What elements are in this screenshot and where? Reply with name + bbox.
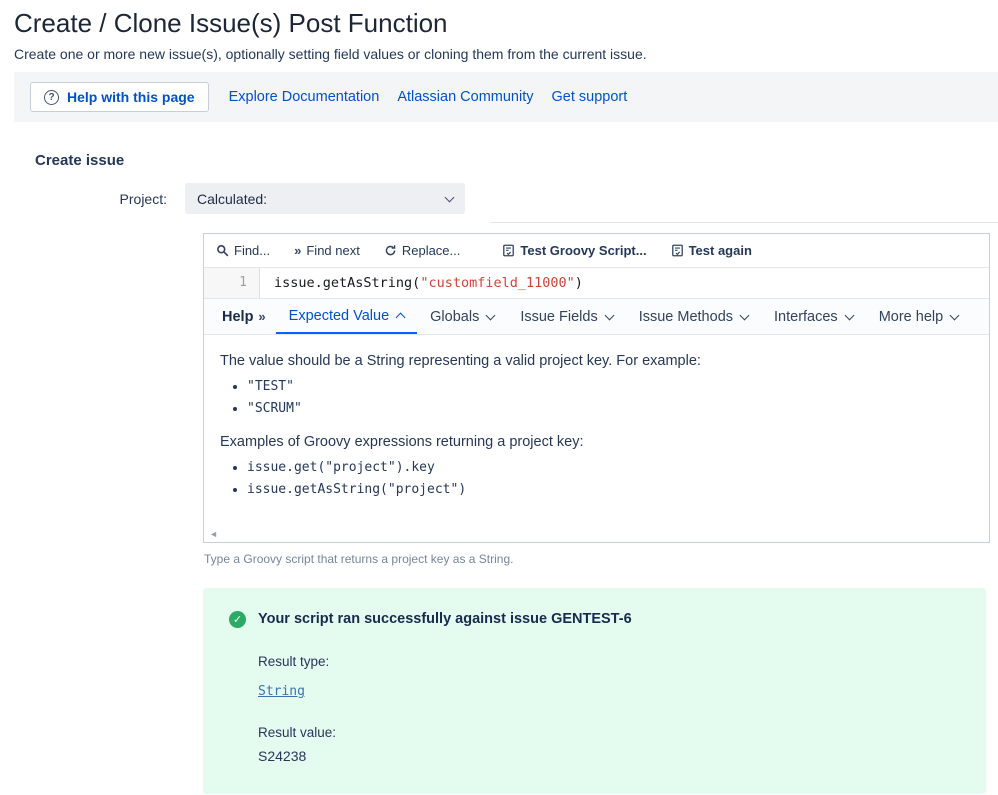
result-header: ✓ Your script ran successfully against i… (229, 611, 960, 628)
chevron-down-icon (485, 310, 496, 320)
script-result-panel: ✓ Your script ran successfully against i… (203, 588, 986, 794)
help-content: The value should be a String representin… (204, 335, 989, 519)
help-paragraph: Examples of Groovy expressions returning… (220, 434, 584, 450)
groovy-editor-panel: Find... » Find next Replace... Test Groo… (203, 233, 990, 543)
project-label: Project: (119, 190, 167, 207)
find-button[interactable]: Find... (216, 243, 270, 258)
tab-label: Globals (430, 308, 480, 325)
test-again-icon (671, 244, 684, 257)
code-pre: issue.getAsString( (274, 275, 421, 291)
replace-button[interactable]: Replace... (384, 243, 461, 258)
link-explore-documentation[interactable]: Explore Documentation (229, 89, 380, 105)
tab-expected-value[interactable]: Expected Value (275, 299, 418, 334)
page-subtitle: Create one or more new issue(s), optiona… (14, 46, 647, 62)
chevron-up-icon (395, 312, 406, 322)
find-next-icon: » (294, 243, 302, 258)
help-tab-bar: Help » Expected Value Globals Issue Fiel… (204, 298, 989, 335)
test-script-label: Test Groovy Script... (520, 243, 647, 258)
chevron-down-icon (844, 310, 855, 320)
help-label-text: Help (222, 308, 254, 325)
list-item: "TEST" (247, 379, 973, 394)
test-script-icon (502, 244, 515, 257)
test-again-label: Test again (688, 243, 752, 258)
list-item: issue.getAsString("project") (247, 482, 973, 497)
chevron-down-icon (604, 310, 615, 320)
result-type-link[interactable]: String (258, 684, 305, 699)
project-field-row: Project: Calculated: (14, 183, 998, 214)
test-groovy-script-button[interactable]: Test Groovy Script... (502, 243, 647, 258)
list-item: "SCRUM" (247, 401, 973, 416)
tab-more-help[interactable]: More help (866, 299, 971, 334)
result-value-label: Result value: (258, 725, 337, 740)
project-select[interactable]: Calculated: (185, 183, 465, 214)
find-label: Find... (234, 243, 271, 258)
result-title: Your script ran successfully against iss… (258, 611, 632, 627)
page: Create / Clone Issue(s) Post Function Cr… (0, 8, 998, 794)
search-icon (216, 244, 229, 257)
code-string-literal: "customfield_11000" (420, 275, 575, 291)
section-divider (490, 222, 998, 223)
replace-label: Replace... (401, 243, 461, 258)
question-circle-icon: ? (44, 89, 59, 105)
double-chevron-icon: » (258, 309, 266, 324)
tab-label: Interfaces (774, 308, 838, 325)
chevron-down-icon (444, 192, 455, 202)
list-item: issue.get("project").key (247, 460, 973, 475)
tab-globals[interactable]: Globals (417, 299, 507, 334)
scroll-left-icon[interactable]: ◄ (209, 529, 218, 539)
code-post: ) (574, 275, 583, 291)
field-hint: Type a Groovy script that returns a proj… (204, 552, 514, 566)
help-with-page-button[interactable]: ? Help with this page (30, 82, 209, 112)
link-atlassian-community[interactable]: Atlassian Community (397, 89, 533, 105)
find-next-button[interactable]: » Find next (294, 243, 360, 258)
page-title: Create / Clone Issue(s) Post Function (14, 8, 448, 38)
help-button-label: Help with this page (67, 89, 195, 105)
tab-label: Expected Value (288, 307, 390, 324)
tab-issue-fields[interactable]: Issue Fields (507, 299, 625, 334)
project-select-value: Calculated: (197, 190, 268, 207)
tab-label: Issue Methods (638, 308, 734, 325)
line-number: 1 (204, 268, 260, 298)
editor-toolbar: Find... » Find next Replace... Test Groo… (204, 234, 989, 268)
help-label: Help » (212, 299, 276, 334)
replace-icon (384, 244, 397, 257)
help-paragraph: The value should be a String representin… (220, 353, 701, 369)
tab-label: More help (878, 308, 944, 325)
find-next-label: Find next (306, 243, 360, 258)
example-list: issue.get("project").key issue.getAsStri… (247, 460, 973, 497)
code-editor[interactable]: 1 issue.getAsString("customfield_11000") (204, 268, 989, 298)
result-value: S24238 (258, 748, 307, 764)
horizontal-scrollbar[interactable]: ◄ (204, 525, 989, 542)
help-bar: ? Help with this page Explore Documentat… (14, 72, 998, 122)
tab-interfaces[interactable]: Interfaces (761, 299, 866, 334)
tab-issue-methods[interactable]: Issue Methods (626, 299, 761, 334)
chevron-down-icon (739, 310, 750, 320)
test-again-button[interactable]: Test again (671, 243, 752, 258)
success-check-icon: ✓ (229, 611, 246, 628)
chevron-down-icon (949, 310, 960, 320)
example-list: "TEST" "SCRUM" (247, 379, 973, 416)
result-type-label: Result type: (258, 654, 330, 669)
code-line: issue.getAsString("customfield_11000") (260, 268, 583, 298)
create-issue-heading: Create issue (35, 152, 125, 169)
tab-label: Issue Fields (520, 308, 598, 325)
link-get-support[interactable]: Get support (552, 89, 628, 105)
